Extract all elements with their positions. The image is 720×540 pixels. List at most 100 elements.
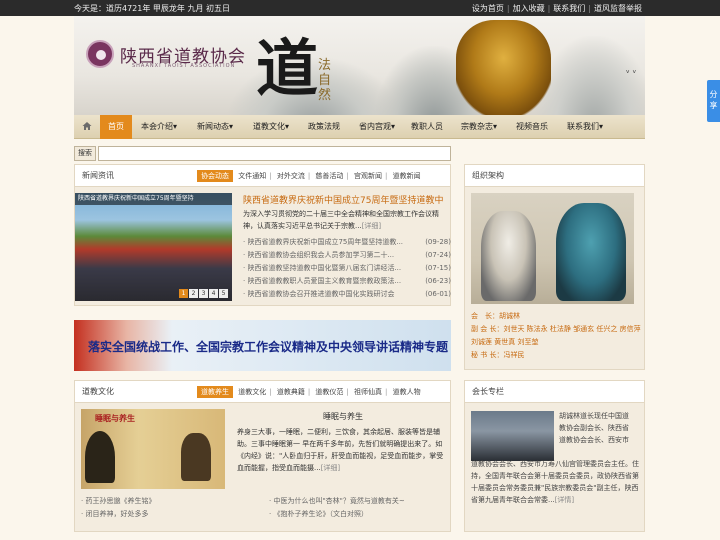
- contact-us-link[interactable]: 联系我们: [553, 4, 585, 13]
- list-item-title[interactable]: · 陕西省道教坚持道教中国化暨第八届玄门讲经活...: [243, 264, 401, 272]
- association-name-en: SHAANXI TAOIST ASSOCIATION: [132, 63, 236, 69]
- list-item-date: (07-24): [425, 251, 451, 259]
- list-item[interactable]: · 陕西省道教界庆祝新中国成立75周年暨坚持道教... (09-28): [243, 236, 451, 249]
- org-members: 胡诚林: [499, 312, 520, 320]
- org-panel: 组织架构 会 长：胡诚林 副 会 长：刘世天 陈法永 杜法静 邹通玄 任兴之 房…: [464, 164, 645, 370]
- culture-article-image[interactable]: 睡眠与养生: [81, 409, 225, 489]
- immortal-figure-image: [481, 211, 536, 301]
- list-item[interactable]: · 陕西省道教坚持道教中国化暨第八届玄门讲经活... (07-15): [243, 262, 451, 275]
- president-bio: 道教协会会长、西安市万寿八仙宫管理委员会主任。住持，全国青年联合会第十届委员会委…: [471, 458, 639, 506]
- separator: |: [346, 172, 349, 180]
- nav-news[interactable]: 新闻动态▾: [190, 115, 240, 139]
- list-item-title[interactable]: · 陕西省道教协会组织我会人员参加学习第二十...: [243, 251, 394, 259]
- nav-home[interactable]: 首页: [100, 115, 132, 139]
- separator: |: [385, 172, 388, 180]
- search-input[interactable]: [98, 146, 451, 161]
- nav-policy[interactable]: 政策法规: [302, 115, 346, 139]
- list-item-title[interactable]: · 陕西省道教教职人员爱国主义教育暨宗教政策法...: [243, 277, 401, 285]
- tab-culture[interactable]: 道教文化: [238, 388, 266, 396]
- tab-classics[interactable]: 道教典籍: [277, 388, 305, 396]
- separator: |: [588, 4, 591, 13]
- pager-item[interactable]: 3: [199, 289, 208, 298]
- nav-temples[interactable]: 省内宫观▾: [352, 115, 402, 139]
- promo-banner-text[interactable]: 落实全国统战工作、全国宗教工作会议精神及中央领导讲话精神专题: [88, 338, 448, 355]
- news-list: · 陕西省道教界庆祝新中国成立75周年暨坚持道教... (09-28) · 陕西省…: [243, 236, 451, 301]
- list-item[interactable]: · 药王孙思邈《养生铭》: [81, 495, 155, 508]
- news-slideshow-image[interactable]: 陕西省道教界庆祝新中国成立75周年暨坚持 12345: [75, 193, 232, 301]
- tab-rituals[interactable]: 道教仪范: [315, 388, 343, 396]
- calligraphy-dao: 道: [256, 32, 319, 105]
- pager-item[interactable]: 5: [219, 289, 228, 298]
- president-panel-title: 会长专栏: [472, 387, 504, 396]
- search-button[interactable]: 搜索: [74, 146, 96, 161]
- tab-immortals[interactable]: 祖师仙真: [354, 388, 382, 396]
- nav-video-music[interactable]: 视频音乐: [510, 115, 554, 139]
- org-row-president: 会 长：胡诚林: [471, 310, 641, 323]
- list-item[interactable]: · 闭目养神，好处多多: [81, 508, 155, 521]
- nav-contact[interactable]: 联系我们▾: [560, 115, 610, 139]
- president-more-link[interactable]: [详情]: [555, 496, 574, 504]
- list-item[interactable]: · 《抱朴子养生论》（文白对照）: [269, 508, 405, 521]
- list-item[interactable]: · 陕西省道教协会组织我会人员参加学习第二十... (07-24): [243, 249, 451, 262]
- tab-health[interactable]: 道教养生: [197, 386, 233, 398]
- report-link[interactable]: 道风监督举报: [594, 4, 642, 13]
- org-panel-header: 组织架构: [465, 165, 644, 187]
- list-item[interactable]: · 陕西省道教教职人员爱国主义教育暨宗教政策法... (06-23): [243, 275, 451, 288]
- news-more-link[interactable]: [详细]: [362, 222, 381, 230]
- nav-culture[interactable]: 道教文化▾: [246, 115, 296, 139]
- list-item[interactable]: · 陕西省道教协会召开推进道教中国化实践研讨会 (06-01): [243, 288, 451, 301]
- news-summary-text: 为深入学习贯彻党的二十届三中全会精神和全国宗教工作会议精神，认真落实习近平总书记…: [243, 210, 439, 230]
- culture-list-left: · 药王孙思邈《养生铭》 · 闭目养神，好处多多: [81, 495, 155, 521]
- tab-notices[interactable]: 文件通知: [238, 172, 266, 180]
- home-icon[interactable]: [82, 121, 92, 131]
- org-row-secretary: 秘 书 长：冯祥民: [471, 349, 641, 362]
- separator: |: [506, 4, 510, 13]
- org-image[interactable]: [471, 193, 634, 304]
- pager-item[interactable]: 1: [179, 289, 188, 298]
- list-item-title[interactable]: · 陕西省道教界庆祝新中国成立75周年暨坚持道教...: [243, 238, 403, 246]
- culture-article-title[interactable]: 睡眠与养生: [323, 411, 363, 422]
- promo-banner[interactable]: 落实全国统战工作、全国宗教工作会议精神及中央领导讲话精神专题: [74, 320, 451, 371]
- list-item-title[interactable]: · 陕西省道教协会召开推进道教中国化实践研讨会: [243, 290, 394, 298]
- current-date: 今天是：道历4721年 甲辰龙年 九月 初五日: [74, 4, 230, 13]
- news-headline[interactable]: 陕西省道教界庆祝新中国成立75周年暨坚持道教中: [243, 193, 443, 206]
- sage-figure-image: [85, 431, 115, 483]
- separator: |: [307, 172, 311, 180]
- tab-figures[interactable]: 道教人物: [393, 388, 421, 396]
- tab-charity[interactable]: 慈善活动: [315, 172, 343, 180]
- list-item[interactable]: · 中医为什么也叫"杏林"？竟然与道教有关~: [269, 495, 405, 508]
- nav-about[interactable]: 本会介绍▾: [136, 115, 182, 139]
- president-intro: 胡诚林道长现任中国道教协会副会长、陕西省道教协会会长、西安市: [559, 412, 629, 444]
- slideshow-caption[interactable]: 陕西省道教界庆祝新中国成立75周年暨坚持: [75, 193, 232, 205]
- share-button[interactable]: 分享: [707, 80, 720, 122]
- president-panel: 会长专栏 胡诚林道长现任中国道教协会副会长、陕西省道教协会会长、西安市 道教协会…: [464, 380, 645, 532]
- set-homepage-link[interactable]: 设为首页: [472, 4, 504, 13]
- org-members: 冯祥民: [503, 351, 525, 359]
- nav-magazine[interactable]: 宗教杂志▾: [454, 115, 504, 139]
- list-item-date: (06-01): [425, 290, 451, 298]
- separator: |: [547, 4, 551, 13]
- separator: |: [346, 388, 349, 396]
- separator: |: [269, 388, 272, 396]
- tab-temple-news[interactable]: 宫观新闻: [354, 172, 382, 180]
- pager-item[interactable]: 4: [209, 289, 218, 298]
- tab-exchange[interactable]: 对外交流: [277, 172, 305, 180]
- pager-item[interactable]: 2: [189, 289, 198, 298]
- culture-more-link[interactable]: [详细]: [321, 464, 340, 472]
- president-photo[interactable]: [471, 411, 554, 461]
- header-banner: 陕西省道教协会 SHAANXI TAOIST ASSOCIATION 道 法自然…: [74, 16, 645, 115]
- separator: |: [385, 388, 388, 396]
- add-favorite-link[interactable]: 加入收藏: [513, 4, 545, 13]
- nav-clergy[interactable]: 教职人员: [406, 115, 448, 139]
- list-item-date: (06-23): [425, 277, 451, 285]
- birds-icon: ᵥ ᵥ: [626, 66, 637, 76]
- culture-summary: 养身三大事，一睡眠，二便利，三饮食，其余起居、服装等皆是辅助。三事中睡眠第一 早…: [237, 426, 449, 474]
- motto-text: 法自然: [318, 58, 332, 103]
- org-role: 副 会 长：: [471, 325, 504, 333]
- association-logo-icon[interactable]: [86, 40, 114, 68]
- tab-taoist-news[interactable]: 道教新闻: [393, 172, 421, 180]
- news-summary: 为深入学习贯彻党的二十届三中全会精神和全国宗教工作会议精神，认真落实习近平总书记…: [243, 208, 451, 232]
- tab-association-news[interactable]: 协会动态: [197, 170, 233, 182]
- org-roster: 会 长：胡诚林 副 会 长：刘世天 陈法永 杜法静 邹通玄 任兴之 房信萍 刘诚…: [471, 310, 641, 362]
- culture-tabs: 道教养生 道教文化 | 道教典籍 | 道教仪范 | 祖师仙真 | 道教人物: [197, 386, 424, 398]
